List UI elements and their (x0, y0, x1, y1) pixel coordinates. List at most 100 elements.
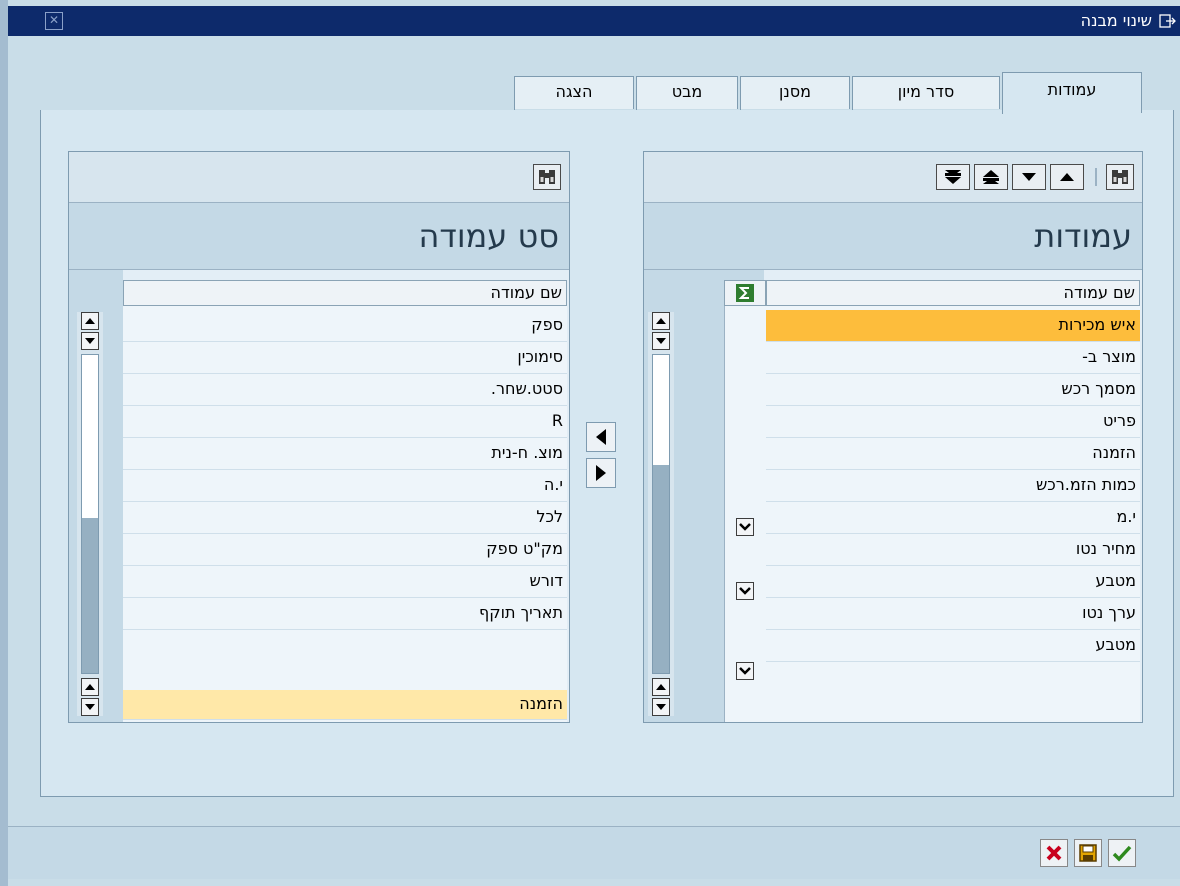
scroll-thumb[interactable] (82, 355, 98, 518)
triangle-down-icon (85, 338, 95, 344)
find-button[interactable] (1106, 164, 1134, 190)
list-item[interactable]: סימוכין (123, 342, 567, 374)
save-icon (1079, 844, 1097, 862)
columns-name-header[interactable]: שם עמודה (766, 280, 1140, 306)
tab-view[interactable]: מבט (636, 76, 738, 110)
scroll-down-button[interactable] (652, 332, 670, 350)
scroll-up-button[interactable] (652, 678, 670, 696)
list-item-label: לכל (536, 507, 563, 526)
column-set-name-header[interactable]: שם עמודה (123, 280, 567, 306)
list-item-label: כמות הזמ.רכש (1035, 475, 1136, 494)
double-down-icon (945, 170, 961, 184)
checkmark-icon (1112, 845, 1132, 862)
tab-label: הצגה (555, 82, 593, 101)
sum-column-header[interactable] (724, 280, 766, 306)
save-button[interactable] (1074, 839, 1102, 867)
triangle-up-icon (85, 318, 95, 324)
list-item[interactable]: י.מ (766, 502, 1140, 534)
list-item[interactable]: ערך נטו (766, 598, 1140, 630)
column-set-scrollbar[interactable] (77, 312, 103, 716)
list-item-label: ערך נטו (1082, 603, 1136, 622)
aggregation-dropdown[interactable] (736, 662, 754, 680)
move-to-bottom-button[interactable] (936, 164, 970, 190)
list-item[interactable]: מוצר ב- (766, 342, 1140, 374)
list-item[interactable]: סטט.שחר. (123, 374, 567, 406)
list-item-label: מחיר נטו (1075, 539, 1136, 558)
move-down-button[interactable] (1012, 164, 1046, 190)
move-to-top-button[interactable] (974, 164, 1008, 190)
close-icon[interactable]: ✕ (45, 12, 63, 30)
tab-label: מסנן (778, 82, 811, 101)
scroll-down-button[interactable] (81, 698, 99, 716)
list-item[interactable]: הזמנה (123, 690, 567, 720)
scroll-up-button[interactable] (652, 312, 670, 330)
chevron-down-icon (739, 523, 751, 531)
move-up-button[interactable] (1050, 164, 1084, 190)
tab-label: סדר מיון (897, 82, 955, 101)
list-item-label: סטט.שחר. (490, 379, 563, 398)
list-item[interactable]: מק"ט ספק (123, 534, 567, 566)
chevron-down-icon (739, 667, 751, 675)
scroll-up-button[interactable] (81, 312, 99, 330)
aggregation-dropdown[interactable] (736, 582, 754, 600)
scroll-thumb[interactable] (653, 355, 669, 465)
scroll-up-button[interactable] (81, 678, 99, 696)
list-item-label: איש מכירות (1058, 315, 1136, 334)
columns-heading-bar: עמודות (644, 203, 1142, 270)
tab-columns[interactable]: עמודות (1002, 72, 1142, 114)
list-item[interactable]: לכל (123, 502, 567, 534)
list-item-label: מטבע (1095, 635, 1136, 654)
list-item[interactable]: דורש (123, 566, 567, 598)
aggregation-dropdown[interactable] (736, 518, 754, 536)
scroll-track[interactable] (652, 354, 670, 674)
columns-scrollbar[interactable] (648, 312, 674, 716)
tab-sort-order[interactable]: סדר מיון (852, 76, 1000, 110)
column-set-heading: סט עמודה (418, 217, 559, 255)
window-icon (1159, 14, 1176, 28)
tab-display[interactable]: הצגה (514, 76, 634, 110)
list-item-label: פריט (1103, 411, 1136, 430)
list-item-label: הזמנה (519, 694, 563, 713)
list-item[interactable]: פריט (766, 406, 1140, 438)
binoculars-icon (1112, 170, 1128, 184)
list-item-label: מק"ט ספק (486, 539, 563, 558)
tab-filter[interactable]: מסנן (740, 76, 850, 110)
column-set-panel: סט עמודה שם עמודה ספק סימוכין סטט.שחר. R… (68, 151, 570, 723)
double-up-icon (983, 170, 999, 184)
tab-label: עמודות (1047, 80, 1097, 99)
scroll-down-button[interactable] (652, 698, 670, 716)
list-item[interactable]: מטבע (766, 630, 1140, 662)
list-item[interactable]: ספק (123, 310, 567, 342)
list-item-label: הזמנה (1092, 443, 1136, 462)
list-item-label: ספק (531, 315, 563, 334)
list-item[interactable]: הזמנה (766, 438, 1140, 470)
list-item[interactable]: י.ה (123, 470, 567, 502)
move-to-columns-button[interactable] (586, 458, 616, 488)
list-item[interactable]: R (123, 406, 567, 438)
list-item[interactable]: תאריך תוקף (123, 598, 567, 630)
triangle-down-icon (656, 704, 666, 710)
list-item-label: דורש (529, 571, 563, 590)
find-button[interactable] (533, 164, 561, 190)
list-item[interactable]: מוצ. ח-נית (123, 438, 567, 470)
list-item-label: י.מ (1116, 507, 1136, 526)
list-item[interactable]: מחיר נטו (766, 534, 1140, 566)
scroll-down-button[interactable] (81, 332, 99, 350)
window-title: שינוי מבנה (1080, 11, 1152, 30)
move-to-column-set-button[interactable] (586, 422, 616, 452)
list-item-label: תאריך תוקף (479, 603, 563, 622)
triangle-right-icon (596, 465, 606, 481)
triangle-up-icon (656, 318, 666, 324)
list-item[interactable]: איש מכירות (766, 310, 1140, 342)
list-item-label: מטבע (1095, 571, 1136, 590)
list-item[interactable]: מטבע (766, 566, 1140, 598)
scroll-track[interactable] (81, 354, 99, 674)
cancel-button[interactable] (1040, 839, 1068, 867)
list-item[interactable]: מסמך רכש (766, 374, 1140, 406)
triangle-down-icon (656, 338, 666, 344)
list-item[interactable]: כמות הזמ.רכש (766, 470, 1140, 502)
triangle-down-icon (85, 704, 95, 710)
confirm-button[interactable] (1108, 839, 1136, 867)
cancel-x-icon (1046, 845, 1062, 861)
triangle-up-icon (85, 684, 95, 690)
